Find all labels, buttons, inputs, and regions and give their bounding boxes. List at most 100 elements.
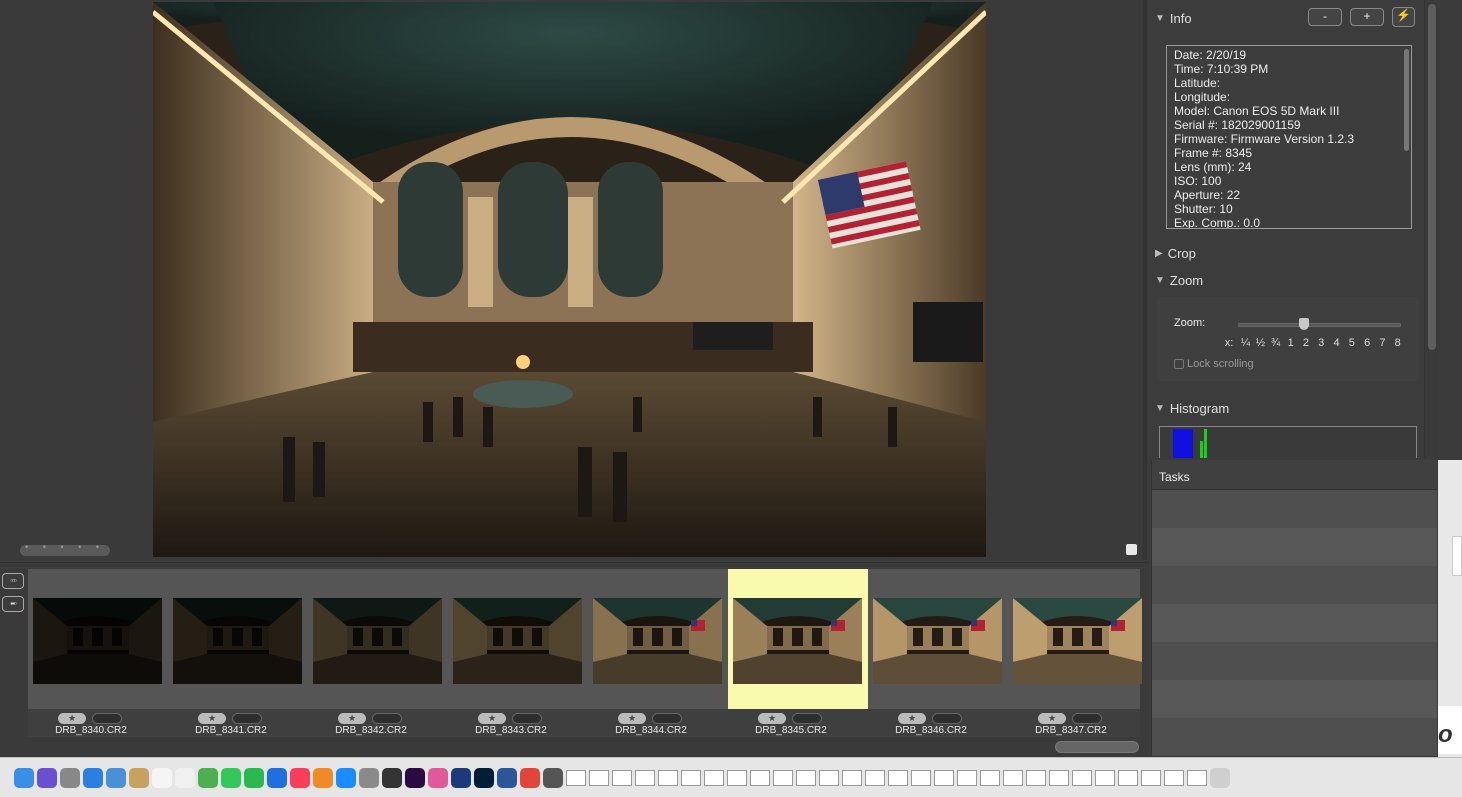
star-rating-icon[interactable]: ★	[618, 713, 646, 724]
star-rating-icon[interactable]: ★	[758, 713, 786, 724]
star-rating-icon[interactable]: ★	[338, 713, 366, 724]
notes-icon[interactable]	[129, 768, 149, 788]
dock-document-icon[interactable]	[911, 770, 931, 786]
zoom-tick[interactable]: 7	[1375, 337, 1390, 349]
zoom-tick[interactable]: 2	[1298, 337, 1313, 349]
dock-document-icon[interactable]	[842, 770, 862, 786]
filmstrip-frame[interactable]	[168, 569, 308, 709]
zoom-tick[interactable]: 5	[1344, 337, 1359, 349]
zoom-tick[interactable]: 8	[1390, 337, 1405, 349]
dock-document-icon[interactable]	[819, 770, 839, 786]
checkbox-icon[interactable]	[1174, 359, 1184, 369]
dock-document-icon[interactable]	[727, 770, 747, 786]
dock-document-icon[interactable]	[865, 770, 885, 786]
crop-section-header[interactable]: ▶ Crop	[1155, 246, 1196, 261]
photo-thumbnail[interactable]	[453, 598, 582, 684]
messages-icon[interactable]	[221, 768, 241, 788]
metadata-scrollbar[interactable]	[1404, 49, 1409, 151]
premiere-icon[interactable]	[405, 768, 425, 788]
zoom-section-header[interactable]: ▼ Zoom	[1155, 273, 1203, 288]
grid-view-button[interactable]: ▫▫▫	[2, 573, 24, 589]
image-viewer[interactable]: • • • • •	[0, 0, 1146, 560]
info-action-button[interactable]: ⚡	[1392, 7, 1415, 27]
filmstrip-view-button[interactable]: ▪▪▫	[2, 596, 24, 612]
safari-icon[interactable]	[83, 768, 103, 788]
dock-document-icon[interactable]	[635, 770, 655, 786]
mail-icon[interactable]	[106, 768, 126, 788]
metadata-list[interactable]: Date: 2/20/19 Time: 7:10:39 PM Latitude: Lo…	[1166, 45, 1412, 229]
lock-scrolling-checkbox[interactable]: Lock scrolling	[1174, 358, 1254, 370]
dock-document-icon[interactable]	[1049, 770, 1069, 786]
dock-document-icon[interactable]	[1072, 770, 1092, 786]
dock-document-icon[interactable]	[980, 770, 1000, 786]
trash-icon[interactable]	[1210, 768, 1230, 788]
main-photo[interactable]	[153, 2, 986, 557]
zoom-tick[interactable]: 4	[1329, 337, 1344, 349]
color-label-button[interactable]	[1072, 713, 1102, 724]
color-label-button[interactable]	[232, 713, 262, 724]
disclosure-closed-icon[interactable]: ▶	[1155, 248, 1163, 259]
info-plus-button[interactable]: +	[1350, 8, 1384, 26]
star-rating-icon[interactable]: ★	[198, 713, 226, 724]
filmstrip-frame[interactable]	[308, 569, 448, 709]
zoom-tick[interactable]: 6	[1359, 337, 1374, 349]
dock-document-icon[interactable]	[1118, 770, 1138, 786]
filmstrip-frame[interactable]	[1008, 569, 1148, 709]
dock-document-icon[interactable]	[934, 770, 954, 786]
books-icon[interactable]	[313, 768, 333, 788]
dock-document-icon[interactable]	[681, 770, 701, 786]
appstore-icon[interactable]	[336, 768, 356, 788]
disclosure-open-icon[interactable]: ▼	[1155, 13, 1165, 24]
dock-document-icon[interactable]	[1026, 770, 1046, 786]
star-rating-icon[interactable]: ★	[478, 713, 506, 724]
filmstrip-scrollbar[interactable]	[1055, 741, 1139, 753]
dock-document-icon[interactable]	[1141, 770, 1161, 786]
launchpad-icon[interactable]	[60, 768, 80, 788]
info-minus-button[interactable]: -	[1308, 8, 1342, 26]
word-icon[interactable]	[497, 768, 517, 788]
photo-thumbnail[interactable]	[33, 598, 162, 684]
dock-document-icon[interactable]	[704, 770, 724, 786]
viewer-horizontal-scrollbar[interactable]: • • • • •	[20, 542, 110, 556]
zoom-tick[interactable]: ½	[1253, 337, 1268, 349]
dock-document-icon[interactable]	[1187, 770, 1207, 786]
photo-thumbnail[interactable]	[593, 598, 722, 684]
dock-document-icon[interactable]	[750, 770, 770, 786]
viewer-resize-corner[interactable]	[1126, 544, 1137, 555]
zoom-tick[interactable]: ¾	[1268, 337, 1283, 349]
photo-thumbnail[interactable]	[733, 598, 862, 684]
color-label-button[interactable]	[372, 713, 402, 724]
sidebar-scrollbar[interactable]	[1424, 0, 1438, 458]
keynote-icon[interactable]	[267, 768, 287, 788]
dock-document-icon[interactable]	[658, 770, 678, 786]
photo-thumbnail[interactable]	[1013, 598, 1142, 684]
dock-document-icon[interactable]	[1003, 770, 1023, 786]
photo-thumbnail[interactable]	[173, 598, 302, 684]
facetime-icon[interactable]	[244, 768, 264, 788]
dock-document-icon[interactable]	[888, 770, 908, 786]
color-label-button[interactable]	[932, 713, 962, 724]
filmstrip-frame[interactable]	[448, 569, 588, 709]
dock-document-icon[interactable]	[1164, 770, 1184, 786]
dock-document-icon[interactable]	[1095, 770, 1115, 786]
color-label-button[interactable]	[92, 713, 122, 724]
maps-icon[interactable]	[198, 768, 218, 788]
zoom-tick[interactable]: 1	[1283, 337, 1298, 349]
disclosure-open-icon[interactable]: ▼	[1155, 275, 1165, 286]
star-rating-icon[interactable]: ★	[58, 713, 86, 724]
color-label-button[interactable]	[512, 713, 542, 724]
dock-document-icon[interactable]	[796, 770, 816, 786]
photos-icon[interactable]	[428, 768, 448, 788]
dock-document-icon[interactable]	[566, 770, 586, 786]
final-cut-icon[interactable]	[382, 768, 402, 788]
photo-thumbnail[interactable]	[313, 598, 442, 684]
filmstrip-frame[interactable]	[28, 569, 168, 709]
zoom-tick[interactable]: ¼	[1238, 337, 1253, 349]
zoom-slider[interactable]	[1238, 318, 1401, 330]
zoom-slider-knob[interactable]	[1299, 318, 1309, 330]
dock-document-icon[interactable]	[589, 770, 609, 786]
system-preferences-icon[interactable]	[359, 768, 379, 788]
dock-document-icon[interactable]	[773, 770, 793, 786]
photo-thumbnail[interactable]	[873, 598, 1002, 684]
dock-document-icon[interactable]	[612, 770, 632, 786]
